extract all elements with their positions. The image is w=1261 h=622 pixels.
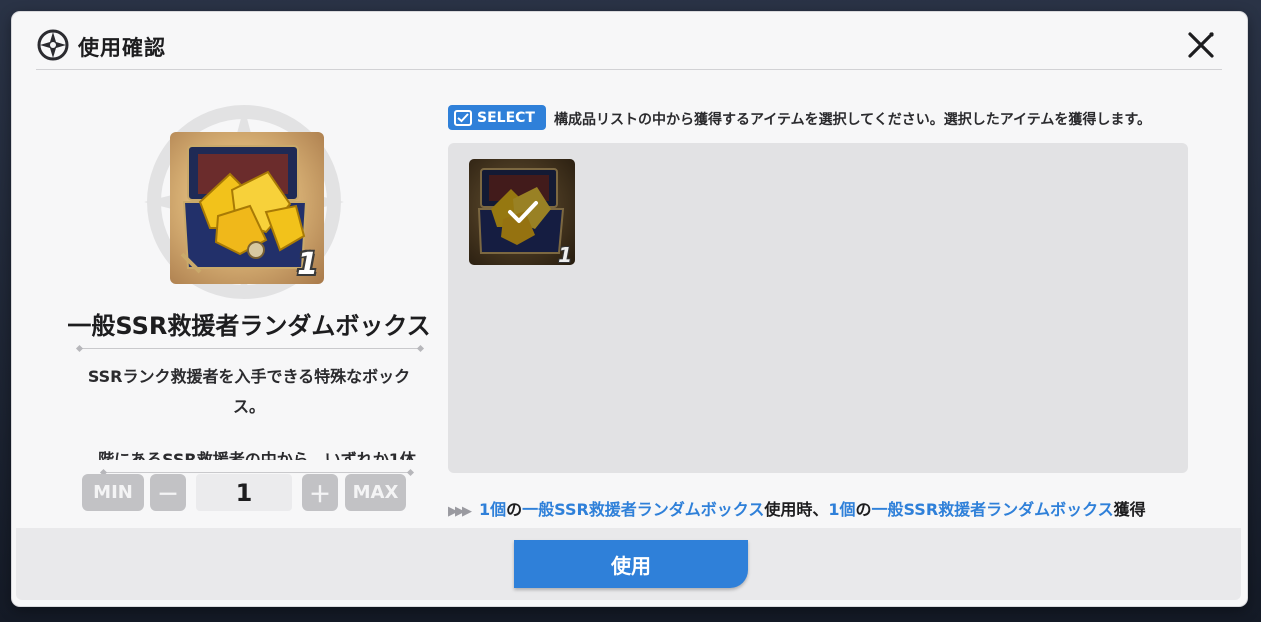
close-icon[interactable] xyxy=(1186,30,1216,60)
checkbox-icon xyxy=(454,109,472,126)
item-icon-treasure-box: 1 xyxy=(170,132,324,284)
select-instruction-row: SELECT 構成品リストの中から獲得するアイテムを選択してください。選択したア… xyxy=(448,104,1188,132)
select-badge: SELECT xyxy=(448,105,546,130)
list-item[interactable]: 1 xyxy=(469,159,575,265)
dialog-title: 使用確認 xyxy=(78,36,166,60)
item-description: SSRランク救援者を入手できる特殊なボック ス。 xyxy=(74,362,424,457)
triple-arrow-icon: ▶▶▶ xyxy=(448,504,472,519)
minus-button[interactable]: － xyxy=(150,474,186,511)
item-name: 一般SSR救援者ランダムボックス xyxy=(67,312,431,340)
item-count-badge: 1 xyxy=(297,247,318,282)
result-end: 獲得 xyxy=(1113,500,1146,519)
use-button[interactable]: 使用 xyxy=(514,540,748,588)
result-item-b: 一般SSR救援者ランダムボックス xyxy=(871,500,1114,519)
select-instruction-text: 構成品リストの中から獲得するアイテムを選択してください。選択したアイテムを獲得し… xyxy=(554,112,1151,128)
compass-logo-icon xyxy=(37,29,69,61)
result-summary: ▶▶▶ 1個の一般SSR救援者ランダムボックス使用時、1個の一般SSR救援者ランダ… xyxy=(448,496,1188,520)
dialog-header: 使用確認 xyxy=(36,26,1222,70)
list-item-count: 1 xyxy=(558,243,572,265)
item-detail-panel: 1 一般SSR救援者ランダムボックス SSRランク救援者を入手できる特殊なボック… xyxy=(64,102,434,522)
quantity-stepper: MIN － 1 ＋ MAX xyxy=(82,474,412,512)
description-line-1: SSRランク救援者を入手できる特殊なボック xyxy=(87,367,411,386)
result-no-a: の xyxy=(506,500,523,519)
name-divider xyxy=(80,348,420,349)
checkmark-icon xyxy=(508,201,538,223)
dialog-footer: 使用 xyxy=(16,528,1241,600)
result-item-a: 一般SSR救援者ランダムボックス xyxy=(522,500,765,519)
use-confirm-dialog: 使用確認 1 一般SSR救援者ランダムボックス SSRランク救援者を入手できる特… xyxy=(12,12,1247,606)
description-line-2: ス。 xyxy=(232,397,265,416)
result-no-b: の xyxy=(855,500,872,519)
quantity-value[interactable]: 1 xyxy=(196,474,292,511)
description-line-3: 階にあるSSR救援者の中から、いずれか1体 xyxy=(82,450,416,460)
component-list: 1 xyxy=(448,143,1188,473)
max-button[interactable]: MAX xyxy=(345,474,406,511)
select-badge-label: SELECT xyxy=(477,109,535,126)
min-button[interactable]: MIN xyxy=(82,474,144,511)
result-mid: 使用時、 xyxy=(764,500,829,519)
result-qty-b: 1個 xyxy=(828,500,856,519)
description-divider xyxy=(104,472,410,473)
plus-button[interactable]: ＋ xyxy=(302,474,338,511)
result-qty-a: 1個 xyxy=(479,500,507,519)
